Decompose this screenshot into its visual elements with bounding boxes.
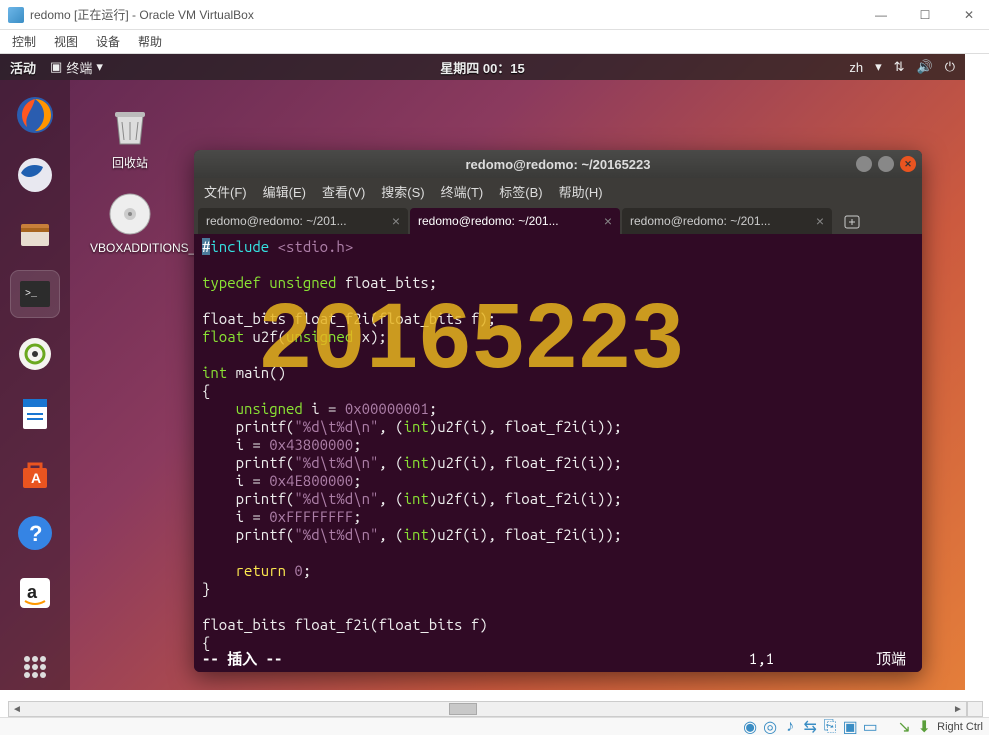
term-menu-help[interactable]: 帮助(H): [559, 182, 603, 201]
terminal-tab-1[interactable]: redomo@redomo: ~/201...×: [198, 208, 408, 234]
desktop-vboxadditions[interactable]: VBOXADDITIONS_4.3.12_93...: [90, 191, 170, 255]
shared-folder-icon[interactable]: ▣: [843, 720, 857, 734]
chevron-down-icon: ▾: [96, 59, 103, 75]
scroll-left-arrow[interactable]: ◄: [9, 702, 25, 716]
keyboard-icon[interactable]: ⬇: [917, 720, 931, 734]
chevron-down-icon: ▾: [875, 59, 882, 75]
launcher-dock: >_ A ? a: [0, 80, 70, 690]
svg-text:>_: >_: [25, 289, 38, 300]
maximize-button[interactable]: ☐: [913, 3, 937, 27]
term-menu-tabs[interactable]: 标签(B): [499, 182, 542, 201]
vbox-statusbar: ◉ ◎ ♪ ⇆ ⎘ ▣ ▭ ↘ ⬇ Right Ctrl: [0, 717, 989, 735]
close-button[interactable]: ✕: [957, 3, 981, 27]
minimize-button[interactable]: ―: [869, 3, 893, 27]
topbar-app-label: 终端: [66, 58, 92, 77]
vim-cursor-pos: 1,1: [749, 650, 774, 668]
volume-icon[interactable]: 🔊: [917, 59, 933, 75]
vbox-titlebar: redomo [正在运行] - Oracle VM VirtualBox ― ☐…: [0, 0, 989, 30]
terminal-small-icon: ▣: [50, 59, 62, 75]
vbox-app-icon: [8, 7, 24, 23]
scroll-thumb[interactable]: [449, 703, 477, 715]
launcher-amazon[interactable]: a: [11, 570, 59, 616]
scroll-right-arrow[interactable]: ►: [950, 702, 966, 716]
desktop-icons: 回收站 VBOXADDITIONS_4.3.12_93...: [90, 104, 170, 275]
vbox-menu-control[interactable]: 控制: [12, 33, 36, 50]
terminal-tab-3[interactable]: redomo@redomo: ~/201...×: [622, 208, 832, 234]
terminal-tabs: redomo@redomo: ~/201...× redomo@redomo: …: [194, 204, 922, 234]
ubuntu-desktop: 活动 ▣ 终端 ▾ 星期四 00：15 zh ▾ ⇅ 🔊 ⏻ >_ A ? a: [0, 54, 965, 690]
desktop-trash-label: 回收站: [90, 154, 170, 171]
network-icon[interactable]: ⇅: [894, 59, 905, 75]
svg-text:A: A: [31, 470, 41, 486]
svg-text:?: ?: [29, 521, 42, 546]
topbar-clock[interactable]: 星期四 00：15: [440, 58, 525, 77]
audio-icon[interactable]: ♪: [783, 720, 797, 734]
term-menu-search[interactable]: 搜索(S): [381, 182, 424, 201]
hostkey-label: Right Ctrl: [937, 721, 983, 733]
close-icon[interactable]: ×: [604, 213, 612, 229]
scroll-corner: [967, 701, 983, 717]
terminal-maximize-button[interactable]: [878, 156, 894, 172]
vbox-menubar: 控制 视图 设备 帮助: [0, 30, 989, 54]
terminal-window: redomo@redomo: ~/20165223 ✕ 文件(F) 编辑(E) …: [194, 150, 922, 672]
vim-mode: -- 插入 --: [202, 650, 282, 668]
vbox-menu-view[interactable]: 视图: [54, 33, 78, 50]
topbar-lang[interactable]: zh: [849, 60, 863, 75]
terminal-titlebar[interactable]: redomo@redomo: ~/20165223 ✕: [194, 150, 922, 178]
launcher-rhythmbox[interactable]: [11, 331, 59, 377]
horizontal-scrollbar[interactable]: ◄ ►: [8, 701, 967, 717]
optical-icon[interactable]: ◎: [763, 720, 777, 734]
terminal-body[interactable]: #include <stdio.h> typedef unsigned floa…: [194, 234, 922, 672]
launcher-help[interactable]: ?: [11, 511, 59, 557]
terminal-menubar: 文件(F) 编辑(E) 查看(V) 搜索(S) 终端(T) 标签(B) 帮助(H…: [194, 178, 922, 204]
terminal-minimize-button[interactable]: [856, 156, 872, 172]
power-icon[interactable]: ⏻: [945, 59, 955, 75]
close-icon[interactable]: ×: [392, 213, 400, 229]
terminal-close-button[interactable]: ✕: [900, 156, 916, 172]
launcher-files[interactable]: [11, 212, 59, 258]
svg-text:a: a: [27, 582, 38, 602]
launcher-terminal[interactable]: >_: [11, 271, 59, 317]
term-menu-view[interactable]: 查看(V): [322, 182, 365, 201]
launcher-show-apps[interactable]: [11, 644, 59, 690]
term-menu-edit[interactable]: 编辑(E): [263, 182, 306, 201]
vbox-window-title: redomo [正在运行] - Oracle VM VirtualBox: [30, 6, 869, 23]
ubuntu-topbar: 活动 ▣ 终端 ▾ 星期四 00：15 zh ▾ ⇅ 🔊 ⏻: [0, 54, 965, 80]
launcher-firefox[interactable]: [11, 92, 59, 138]
terminal-title: redomo@redomo: ~/20165223: [465, 157, 650, 172]
network-icon[interactable]: ⇆: [803, 720, 817, 734]
term-menu-file[interactable]: 文件(F): [204, 182, 247, 201]
hdd-icon[interactable]: ◉: [743, 720, 757, 734]
usb-icon[interactable]: ⎘: [823, 720, 837, 734]
term-menu-terminal[interactable]: 终端(T): [441, 182, 484, 201]
launcher-software[interactable]: A: [11, 451, 59, 497]
desktop-trash[interactable]: 回收站: [90, 104, 170, 171]
terminal-tab-2[interactable]: redomo@redomo: ~/201...×: [410, 208, 620, 234]
vim-status-line: -- 插入 -- 1,1 顶端: [202, 650, 914, 668]
vim-scroll-pct: 顶端: [876, 650, 906, 668]
close-icon[interactable]: ×: [816, 213, 824, 229]
vbox-menu-devices[interactable]: 设备: [96, 33, 120, 50]
vbox-menu-help[interactable]: 帮助: [138, 33, 162, 50]
display-icon[interactable]: ▭: [863, 720, 877, 734]
launcher-writer[interactable]: [11, 391, 59, 437]
mouse-integration-icon[interactable]: ↘: [897, 720, 911, 734]
launcher-thunderbird[interactable]: [11, 152, 59, 198]
activities-button[interactable]: 活动: [10, 58, 36, 77]
topbar-app[interactable]: ▣ 终端 ▾: [50, 58, 103, 77]
desktop-vboxadditions-label: VBOXADDITIONS_4.3.12_93...: [90, 241, 170, 255]
new-tab-button[interactable]: [838, 210, 866, 234]
